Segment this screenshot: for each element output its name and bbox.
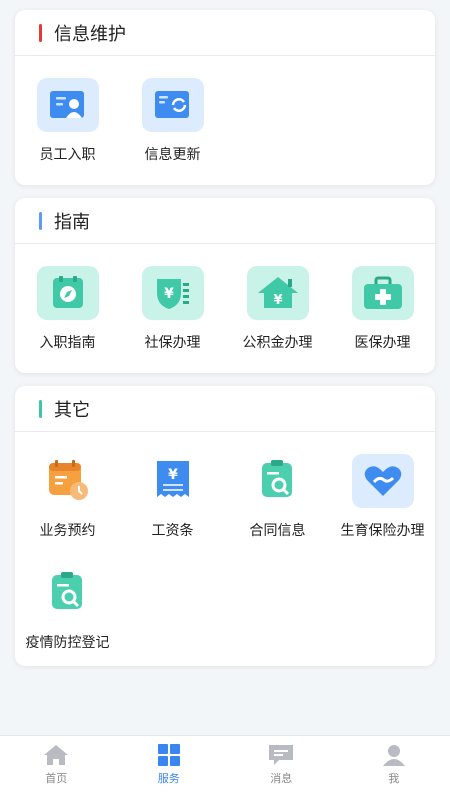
tab-home[interactable]: 首页 bbox=[0, 736, 113, 801]
refresh-card-icon bbox=[142, 78, 204, 132]
user-icon bbox=[381, 744, 407, 766]
appointment-icon bbox=[37, 454, 99, 508]
social-security-icon: ¥ bbox=[142, 266, 204, 320]
section-header: 其它 bbox=[15, 386, 435, 432]
tab-service[interactable]: 服务 bbox=[113, 736, 226, 801]
section-accent-bar bbox=[39, 24, 42, 42]
item-label: 工资条 bbox=[120, 520, 225, 540]
maternity-insurance-item[interactable]: 生育保险办理 bbox=[330, 454, 435, 540]
item-label: 入职指南 bbox=[15, 332, 120, 352]
social-security-item[interactable]: ¥ 社保办理 bbox=[120, 266, 225, 352]
onboarding-guide-item[interactable]: 入职指南 bbox=[15, 266, 120, 352]
section-title: 信息维护 bbox=[54, 20, 126, 46]
item-label: 社保办理 bbox=[120, 332, 225, 352]
business-appointment-item[interactable]: 业务预约 bbox=[15, 454, 120, 540]
tab-me[interactable]: 我 bbox=[338, 736, 450, 801]
item-label: 公积金办理 bbox=[225, 332, 330, 352]
tab-label: 我 bbox=[388, 770, 399, 786]
message-icon bbox=[267, 744, 295, 766]
employee-onboarding-item[interactable]: 员工入职 bbox=[15, 78, 120, 164]
heart-hand-icon bbox=[352, 454, 414, 508]
section-accent-bar bbox=[39, 212, 42, 230]
svg-text:¥: ¥ bbox=[164, 286, 174, 302]
section-title: 指南 bbox=[54, 208, 90, 234]
tab-label: 消息 bbox=[270, 770, 292, 786]
employee-card-icon bbox=[37, 78, 99, 132]
info-update-item[interactable]: 信息更新 bbox=[120, 78, 225, 164]
svg-text:¥: ¥ bbox=[273, 293, 282, 308]
home-icon bbox=[43, 744, 69, 766]
item-label: 信息更新 bbox=[120, 144, 225, 164]
guide-card: 指南 入职指南 ¥ bbox=[15, 198, 435, 373]
epidemic-register-icon bbox=[37, 566, 99, 620]
item-label: 生育保险办理 bbox=[330, 520, 435, 540]
tab-label: 服务 bbox=[158, 770, 180, 786]
payslip-item[interactable]: ¥ 工资条 bbox=[120, 454, 225, 540]
section-title: 其它 bbox=[54, 396, 90, 422]
section-header: 指南 bbox=[15, 198, 435, 244]
contract-search-icon bbox=[247, 454, 309, 508]
contract-info-item[interactable]: 合同信息 bbox=[225, 454, 330, 540]
housing-fund-item[interactable]: ¥ 公积金办理 bbox=[225, 266, 330, 352]
grid-icon bbox=[157, 744, 181, 766]
compass-icon bbox=[37, 266, 99, 320]
item-label: 医保办理 bbox=[330, 332, 435, 352]
svg-text:¥: ¥ bbox=[168, 467, 178, 483]
item-label: 合同信息 bbox=[225, 520, 330, 540]
section-accent-bar bbox=[39, 400, 42, 418]
medical-insurance-item[interactable]: 医保办理 bbox=[330, 266, 435, 352]
other-card: 其它 业务预约 ¥ bbox=[15, 386, 435, 666]
item-label: 员工入职 bbox=[15, 144, 120, 164]
payslip-icon: ¥ bbox=[142, 454, 204, 508]
item-label: 业务预约 bbox=[15, 520, 120, 540]
epidemic-register-item[interactable]: 疫情防控登记 bbox=[15, 566, 120, 652]
info-maintenance-card: 信息维护 员工入职 bbox=[15, 10, 435, 185]
tab-messages[interactable]: 消息 bbox=[225, 736, 338, 801]
medical-kit-icon bbox=[352, 266, 414, 320]
item-label: 疫情防控登记 bbox=[15, 632, 120, 652]
bottom-nav: 首页 服务 消息 我 bbox=[0, 735, 450, 801]
tab-label: 首页 bbox=[45, 770, 67, 786]
housing-fund-icon: ¥ bbox=[247, 266, 309, 320]
section-header: 信息维护 bbox=[15, 10, 435, 56]
